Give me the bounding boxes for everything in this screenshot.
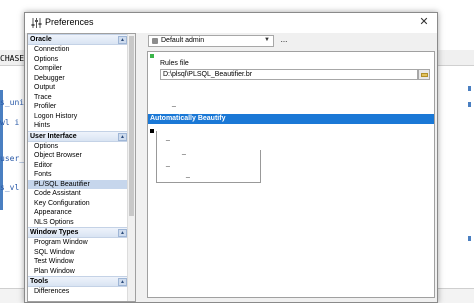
option-placeholder: _: [172, 100, 176, 107]
dialog-title: Preferences: [45, 17, 94, 27]
background-gutter-marker: [0, 90, 3, 210]
tree-item[interactable]: Options: [28, 142, 128, 152]
tree-section-label: Window Types: [30, 229, 79, 236]
group-border: [156, 182, 260, 183]
option-placeholder: _: [166, 134, 170, 141]
tree-item[interactable]: Profiler: [28, 102, 128, 112]
profile-select[interactable]: Default admin ▼: [148, 35, 274, 47]
profile-options-button[interactable]: ...: [277, 35, 291, 47]
preferences-tree: Oracle ▲ Connection Options Compiler Debugger…: [27, 33, 136, 302]
tree-item[interactable]: Appearance: [28, 208, 128, 218]
background-scroll-marker: [468, 102, 471, 107]
tree-section-header[interactable]: User Interface ▲: [28, 130, 128, 142]
tree-item[interactable]: Plan Window: [28, 267, 128, 277]
tree-section-label: Tools: [30, 278, 49, 285]
tree-item[interactable]: Trace: [28, 93, 128, 103]
tree-item[interactable]: Key Configuration: [28, 199, 128, 209]
tree-item[interactable]: Logon History: [28, 112, 128, 122]
chevron-down-icon: ▼: [264, 37, 270, 43]
profile-value: Default admin: [161, 37, 205, 44]
title-bar[interactable]: Preferences ✕: [25, 13, 437, 33]
section-marker: [150, 129, 154, 133]
chevron-up-icon[interactable]: ▲: [118, 36, 127, 44]
tree-item[interactable]: Object Browser: [28, 151, 128, 161]
beautifier-settings-panel: Rules file D:\plsql\PLSQL_Beautifier.br …: [147, 51, 435, 298]
tree-section-header[interactable]: Tools ▲: [28, 276, 128, 287]
folder-icon[interactable]: [418, 69, 430, 80]
tree-item[interactable]: PL/SQL Beautifier: [28, 179, 128, 189]
tree-item[interactable]: Hints: [28, 121, 128, 131]
tree-item[interactable]: Editor: [28, 161, 128, 171]
option-placeholder: _: [182, 148, 186, 155]
tree-scrollbar-thumb[interactable]: [129, 36, 134, 216]
tree-section-label: Oracle: [30, 36, 52, 43]
option-placeholder: _: [186, 171, 190, 178]
background-scroll-marker: [468, 236, 471, 241]
tree-item[interactable]: Output: [28, 83, 128, 93]
group-border: [260, 150, 261, 183]
chevron-up-icon[interactable]: ▲: [118, 132, 127, 141]
group-border: [156, 131, 157, 183]
sliders-icon: [31, 18, 42, 28]
tree-item[interactable]: Debugger: [28, 74, 128, 84]
tree-item[interactable]: Compiler: [28, 64, 128, 74]
close-icon[interactable]: ✕: [417, 15, 431, 29]
chevron-up-icon[interactable]: ▲: [118, 229, 127, 237]
profile-icon: [152, 38, 158, 44]
rules-file-label: Rules file: [160, 60, 189, 67]
tree-section-label: User Interface: [30, 132, 77, 140]
tree-item[interactable]: Test Window: [28, 257, 128, 267]
automatically-beautify-header: Automatically Beautify: [148, 114, 434, 124]
tree-item[interactable]: Differences: [28, 287, 128, 297]
tree-section-header[interactable]: Window Types ▲: [28, 227, 128, 238]
tree-item[interactable]: Program Window: [28, 238, 128, 248]
tree-item[interactable]: Fonts: [28, 170, 128, 180]
rules-file-input[interactable]: D:\plsql\PLSQL_Beautifier.br: [160, 69, 418, 80]
tree-item[interactable]: Options: [28, 55, 128, 65]
tree-item[interactable]: Connection: [28, 45, 128, 55]
chevron-up-icon[interactable]: ▲: [118, 278, 127, 286]
option-placeholder: _: [166, 160, 170, 167]
tree-section-header[interactable]: Oracle ▲: [28, 34, 128, 45]
tree-item[interactable]: Code Assistant: [28, 189, 128, 199]
tree-scrollbar[interactable]: [127, 34, 135, 301]
tree-item[interactable]: SQL Window: [28, 248, 128, 258]
tree-item[interactable]: NLS Options: [28, 218, 128, 228]
background-scroll-marker: [468, 86, 471, 91]
preferences-dialog: Preferences ✕ Oracle ▲ Connection Options Co…: [24, 12, 438, 303]
status-indicator: [150, 54, 154, 58]
